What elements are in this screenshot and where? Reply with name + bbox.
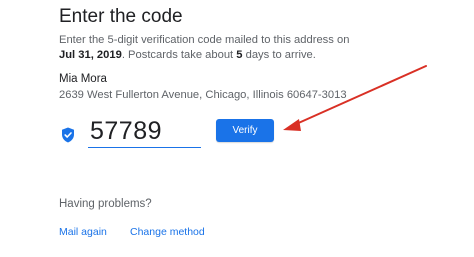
instructions-part2: . Postcards take about <box>121 49 237 61</box>
verified-shield-icon <box>62 127 74 143</box>
verification-code-value: 57789 <box>90 117 163 145</box>
mailed-date: Jul 31, 2019 <box>59 49 122 61</box>
having-problems-heading: Having problems? <box>59 198 152 210</box>
mail-again-link[interactable]: Mail again <box>59 225 107 239</box>
change-method-link[interactable]: Change method <box>130 225 205 239</box>
page-title: Enter the code <box>59 6 183 27</box>
instructions-text: Enter the 5-digit verification code mail… <box>59 33 359 63</box>
verify-button[interactable]: Verify <box>216 119 274 142</box>
verification-code-input[interactable]: 57789 <box>88 116 201 148</box>
instructions-part1: Enter the 5-digit verification code mail… <box>59 34 350 46</box>
recipient-name: Mia Mora <box>59 73 107 85</box>
instructions-part3: days to arrive. <box>242 49 316 61</box>
annotation-arrow <box>283 65 427 131</box>
